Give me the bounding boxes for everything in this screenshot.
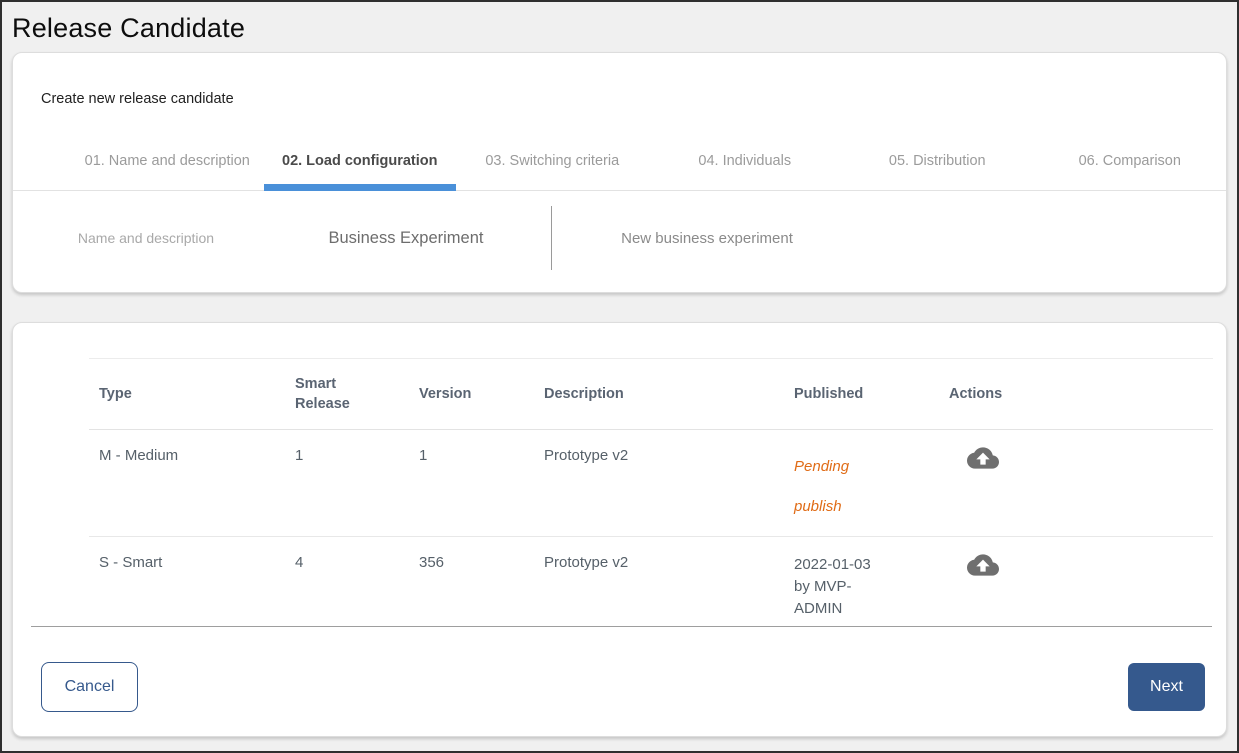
cell-published: 2022-01-03 by MVP-ADMIN: [784, 537, 939, 627]
cell-description: Prototype v2: [534, 537, 784, 627]
tab-comparison[interactable]: 06. Comparison: [1034, 132, 1227, 190]
wizard-card: Create new release candidate 01. Name an…: [12, 52, 1227, 293]
page-title: Release Candidate: [12, 13, 245, 44]
cloud-upload-icon: [967, 459, 999, 474]
tab-load-configuration[interactable]: 02. Load configuration: [264, 132, 457, 190]
cell-version: 356: [409, 537, 534, 627]
release-candidate-screen: Release Candidate Create new release can…: [0, 0, 1239, 753]
next-button[interactable]: Next: [1128, 663, 1205, 711]
release-configuration-table: Type Smart Release Version Description P…: [89, 358, 1213, 627]
publish-button[interactable]: [967, 445, 999, 471]
column-header-type: Type: [89, 359, 285, 430]
tab-name-and-description[interactable]: 01. Name and description: [71, 132, 264, 190]
wizard-tab-strip: 01. Name and description 02. Load config…: [13, 132, 1226, 191]
cancel-button[interactable]: Cancel: [41, 662, 138, 712]
column-header-published: Published: [784, 359, 939, 430]
published-date-label: 2022-01-03 by MVP-ADMIN: [794, 554, 886, 620]
table-row[interactable]: M - Medium 1 1 Prototype v2 Pending publ…: [89, 430, 1213, 537]
column-header-actions: Actions: [939, 359, 1213, 430]
column-header-description: Description: [534, 359, 784, 430]
cell-version: 1: [409, 430, 534, 537]
cell-published: Pending publish: [784, 430, 939, 537]
tab-switching-criteria[interactable]: 03. Switching criteria: [456, 132, 649, 190]
publish-button[interactable]: [967, 552, 999, 578]
subtab-name-and-description[interactable]: Name and description: [31, 191, 261, 285]
tab-distribution[interactable]: 05. Distribution: [841, 132, 1034, 190]
table-row[interactable]: S - Smart 4 356 Prototype v2 2022-01-03 …: [89, 537, 1213, 627]
table-header-row: Type Smart Release Version Description P…: [89, 359, 1213, 430]
cell-smart-release: 4: [285, 537, 409, 627]
column-header-version: Version: [409, 359, 534, 430]
tab-individuals[interactable]: 04. Individuals: [649, 132, 842, 190]
subtab-business-experiment[interactable]: Business Experiment: [261, 191, 551, 285]
cell-description: Prototype v2: [534, 430, 784, 537]
cell-type: M - Medium: [89, 430, 285, 537]
configuration-table-card: Type Smart Release Version Description P…: [12, 322, 1227, 737]
pending-publish-label: Pending publish: [794, 447, 886, 527]
cell-actions: [939, 537, 1213, 627]
cell-actions: [939, 430, 1213, 537]
subtab-row: Name and description Business Experiment…: [13, 191, 1226, 285]
cell-smart-release: 1: [285, 430, 409, 537]
footer-actions: Cancel Next: [13, 627, 1226, 738]
column-header-smart-release: Smart Release: [285, 359, 409, 430]
subtab-new-business-experiment[interactable]: New business experiment: [552, 191, 862, 285]
cell-type: S - Smart: [89, 537, 285, 627]
cloud-upload-icon: [967, 566, 999, 581]
wizard-heading: Create new release candidate: [13, 53, 1226, 107]
